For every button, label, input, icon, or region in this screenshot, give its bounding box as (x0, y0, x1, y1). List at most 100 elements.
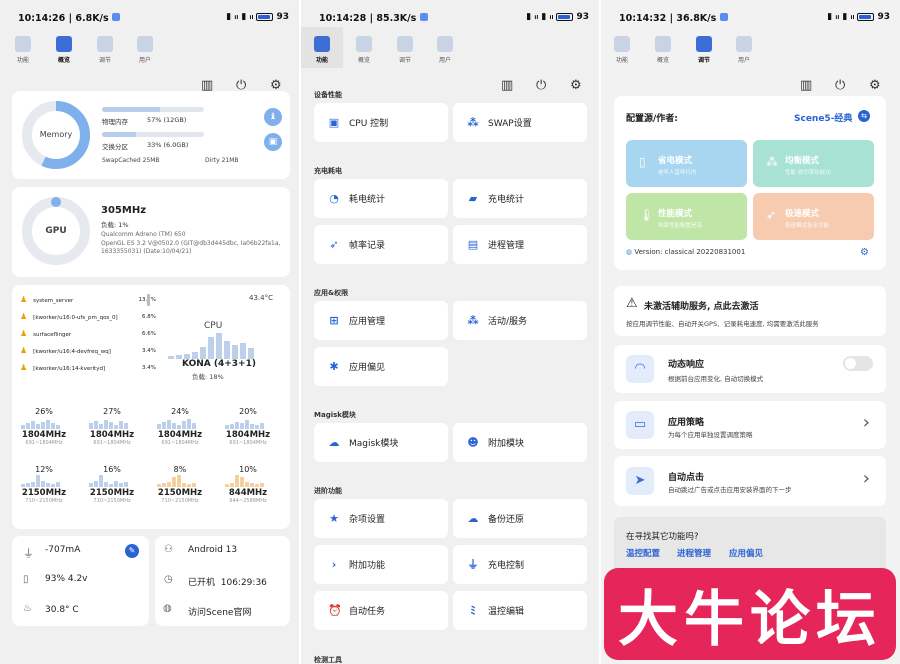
power-save-mode-card[interactable]: ▯ 省电模式 老年人直呼行内 (626, 140, 747, 187)
pie-chart-icon: ◔ (329, 191, 339, 205)
link-app-bias[interactable]: 应用偏见 (729, 547, 763, 559)
tab-overview[interactable]: 概览 (652, 36, 674, 64)
top-nav: 功能 概览 调节 用户 ▥ ⏻ ⚙ (0, 36, 299, 93)
dirty-value: 21MB (221, 157, 239, 164)
process-cpu: 3.4% (142, 365, 156, 371)
profile-settings-icon[interactable]: ⚙ (860, 247, 869, 258)
button-label: SWAP设置 (488, 119, 532, 129)
tab-user[interactable]: 用户 (733, 36, 755, 64)
planet-icon: ◍ (163, 603, 172, 614)
section-magisk: Magisk模块 (314, 411, 356, 419)
mode-title: 均衡模式 (785, 156, 820, 166)
battery-level: 93 (576, 12, 589, 22)
chevron-right-icon: › (862, 468, 870, 489)
power-icon[interactable]: ⏻ (536, 78, 546, 93)
switch-source-icon[interactable]: ⇆ (858, 110, 870, 122)
clock-icon: ◷ (164, 574, 173, 585)
stats-icon[interactable]: ▥ (800, 78, 812, 93)
accessibility-warning-title: 未激活辅助服务, 点此去激活 (644, 302, 759, 312)
gpu-card: GPU 305MHz 负载: 1% Qualcomm Adreno (TM) 6… (12, 187, 290, 277)
charger-icon: ▰ (468, 191, 478, 205)
tab-user[interactable]: 用户 (434, 36, 456, 64)
process-row[interactable]: ♟ surfaceflinger 6.6% (20, 329, 158, 346)
swap-settings-button[interactable]: ⁂ SWAP设置 (453, 103, 587, 142)
tab-tune[interactable]: 调节 (693, 36, 715, 64)
chip-icon: ▣ (328, 115, 340, 129)
process-name: surfaceflinger (33, 332, 72, 338)
fps-record-button[interactable]: ➶ 帧率记录 (314, 225, 448, 264)
charge-stats-button[interactable]: ▰ 充电统计 (453, 179, 587, 218)
process-manager-button[interactable]: ▤ 进程管理 (453, 225, 587, 264)
memory-detail-button[interactable]: ▣ (264, 133, 282, 151)
extra-functions-button[interactable]: › 附加功能 (314, 545, 448, 584)
misc-settings-button[interactable]: ★ 杂项设置 (314, 499, 448, 538)
process-row[interactable]: ♟ [kworker/u16:4-devfreq_wq] 3.4% (20, 346, 158, 363)
tab-tune[interactable]: 调节 (94, 36, 116, 64)
chevron-right-icon: › (862, 412, 870, 433)
button-label: 杂项设置 (349, 515, 386, 525)
dynamic-response-card[interactable]: ◠ 动态响应 根据前台应用变化, 自动切换模式 (614, 345, 886, 393)
app-bias-button[interactable]: ✱ 应用偏见 (314, 347, 448, 386)
addon-module-button[interactable]: ☻ 附加模块 (453, 423, 587, 462)
tab-label: 用户 (737, 57, 750, 64)
performance-mode-card[interactable]: 🌡 性能模式 咱家性能配置是高 (626, 193, 747, 240)
swap-label: 交换分区 (102, 143, 128, 151)
accessibility-warning-desc: 按应用调节性能、自动开关GPS、记录耗电速度, 均需要激活此服务 (626, 320, 819, 328)
button-label: 附加功能 (349, 561, 386, 571)
app-manager-button[interactable]: ⊞ 应用管理 (314, 301, 448, 340)
clean-memory-button[interactable]: ♝ (264, 108, 282, 126)
balanced-mode-card[interactable]: ⁂ 均衡模式 性能 收功率功收功 (753, 140, 874, 187)
hexagon-icon (696, 36, 712, 52)
button-label: 充电统计 (488, 195, 525, 205)
app-policy-card[interactable]: ▭ 应用策略 为每个应用单独设置调度策略 › (614, 401, 886, 449)
tab-overview[interactable]: 概览 (353, 36, 375, 64)
power-icon[interactable]: ⏻ (835, 78, 845, 93)
process-list[interactable]: ♟system_server13.7%♟[kworker/u16:0-ufs_p… (20, 295, 158, 381)
charge-plug-icon: ⏚ (467, 557, 479, 571)
battery-level-voltage: 93% 4.2v (45, 574, 88, 584)
status-speed: 36.8K/s (676, 13, 717, 24)
tab-label: 用户 (438, 57, 451, 64)
link-process-manager[interactable]: 进程管理 (677, 547, 711, 559)
button-label: 自动任务 (349, 607, 386, 617)
charge-control-button[interactable]: ⏚ 充电控制 (453, 545, 587, 584)
process-row[interactable]: ♟system_server13.7% (20, 295, 158, 312)
edit-icon[interactable]: ✎ (125, 544, 139, 558)
process-row[interactable]: ♟ [kworker/u16:0-ufs_pm_qos_0] 6.8% (20, 312, 158, 329)
extreme-mode-card[interactable]: ➶ 极速模式 极速模式各全功能 (753, 193, 874, 240)
link-thermal-config[interactable]: 温控配置 (626, 547, 660, 559)
config-source-value[interactable]: Scene5-经典 (794, 111, 852, 124)
visit-scene-site-link[interactable]: 访问Scene官网 (188, 605, 251, 618)
activities-services-button[interactable]: ⁂ 活动/服务 (453, 301, 587, 340)
memory-title: Memory (39, 130, 73, 139)
tab-user[interactable]: 用户 (134, 36, 156, 64)
mode-subtitle: 极速模式各全功能 (785, 223, 830, 229)
stats-icon[interactable]: ▥ (501, 78, 513, 93)
cpu-control-button[interactable]: ▣ CPU 控制 (314, 103, 448, 142)
magisk-module-button[interactable]: ☁ Magisk模块 (314, 423, 448, 462)
feature-desc: 为每个应用单独设置调度策略 (668, 431, 753, 439)
tab-functions[interactable]: 功能 (311, 36, 333, 64)
core-bars (21, 417, 67, 429)
auto-tasks-button[interactable]: ⏰ 自动任务 (314, 591, 448, 630)
mode-subtitle: 咱家性能配置是高 (658, 223, 703, 229)
dynamic-response-toggle[interactable] (843, 356, 873, 371)
tab-tune[interactable]: 调节 (394, 36, 416, 64)
tab-functions[interactable]: 功能 (611, 36, 633, 64)
auto-click-card[interactable]: ➤ 自动点击 自动跳过广告或点击应用安装界面的下一步 › (614, 456, 886, 506)
linux-penguin-icon: ♟ (20, 346, 28, 355)
power-stats-button[interactable]: ◔ 耗电统计 (314, 179, 448, 218)
process-row[interactable]: ♟ [kworker/u16:14-kverityd] 3.4% (20, 363, 158, 380)
backup-restore-button[interactable]: ☁ 备份还原 (453, 499, 587, 538)
process-scrollbar[interactable] (147, 294, 150, 306)
feature-desc: 自动跳过广告或点击应用安装界面的下一步 (668, 486, 792, 494)
cpu-core: 24% 1804MHz 691~1804MHz (150, 407, 210, 446)
ram-value: 57% (12GB) (147, 116, 187, 124)
status-speed: 6.8K/s (75, 13, 109, 24)
settings-icon[interactable]: ⚙ (869, 78, 881, 93)
settings-icon[interactable]: ⚙ (570, 78, 582, 93)
tab-overview[interactable]: 概览 (53, 36, 75, 64)
tab-functions[interactable]: 功能 (12, 36, 34, 64)
activate-accessibility-card[interactable]: ⚠ 未激活辅助服务, 点此去激活 按应用调节性能、自动开关GPS、记录耗电速度,… (614, 286, 886, 336)
thermal-edit-button[interactable]: ﾐ 温控编辑 (453, 591, 587, 630)
